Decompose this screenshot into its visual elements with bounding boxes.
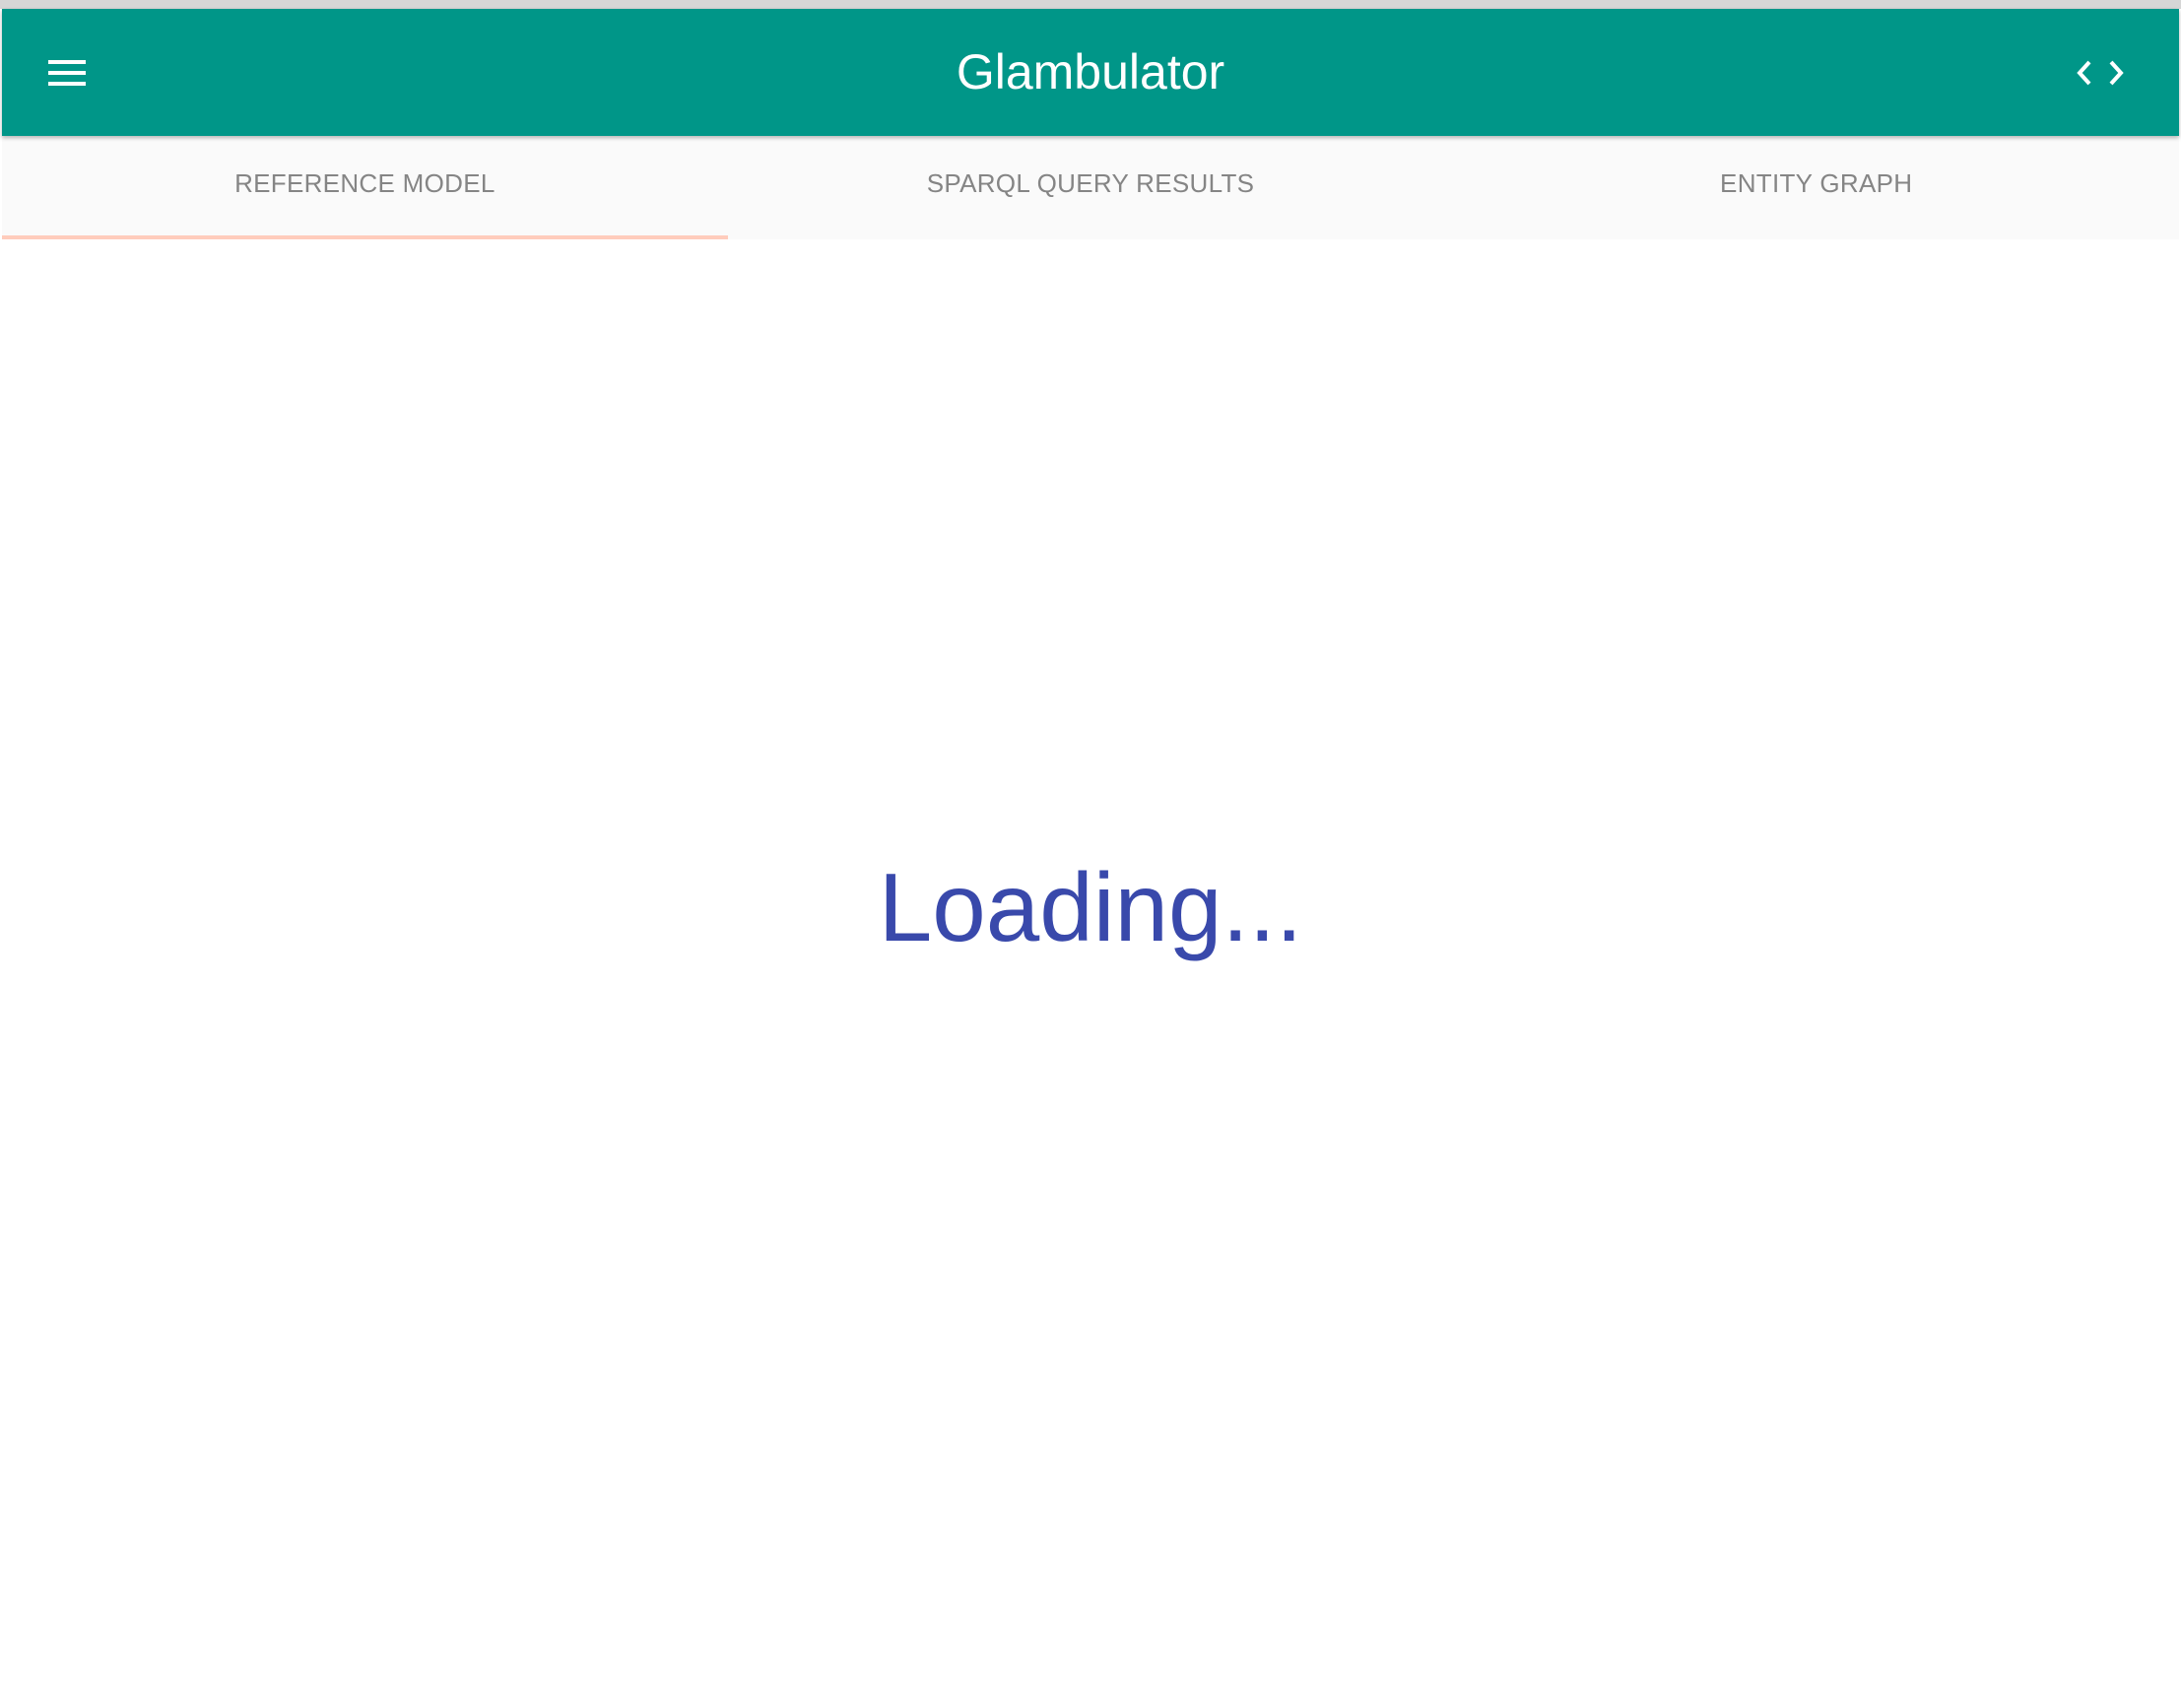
window-top-strip — [0, 0, 2181, 9]
tab-entity-graph[interactable]: ENTITY GRAPH — [1453, 136, 2179, 239]
tab-sparql-query-results[interactable]: SPARQL QUERY RESULTS — [728, 136, 1454, 239]
menu-button[interactable] — [30, 44, 87, 101]
code-icon — [2077, 60, 2124, 86]
tab-label: ENTITY GRAPH — [1720, 168, 1913, 198]
code-view-button[interactable] — [2077, 58, 2124, 88]
app-title: Glambulator — [956, 44, 1225, 99]
tab-reference-model[interactable]: REFERENCE MODEL — [2, 136, 728, 239]
tab-label: SPARQL QUERY RESULTS — [926, 168, 1255, 198]
tab-content: Loading... — [2, 239, 2179, 1708]
tab-label: REFERENCE MODEL — [234, 168, 496, 198]
app-bar: Glambulator — [2, 9, 2179, 136]
loading-message: Loading... — [878, 853, 1303, 961]
app-root: Glambulator REFERENCE MODEL SPARQL QUERY… — [2, 9, 2179, 1708]
tab-bar: REFERENCE MODEL SPARQL QUERY RESULTS ENT… — [2, 136, 2179, 239]
